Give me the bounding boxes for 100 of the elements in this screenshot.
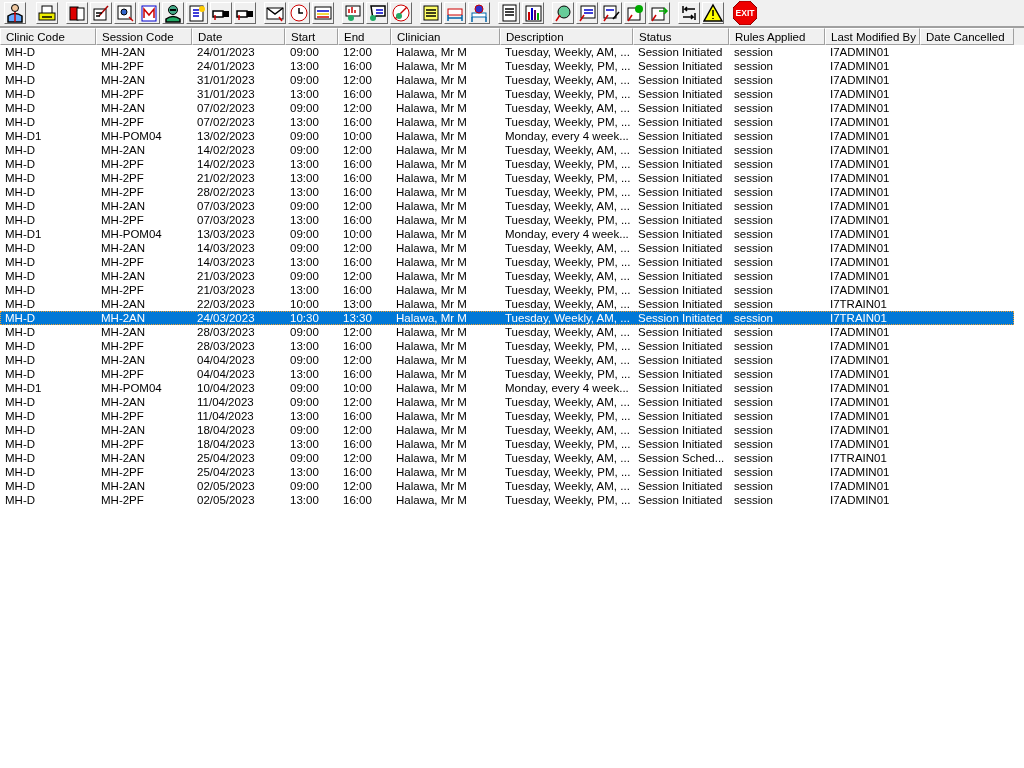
column-header[interactable]: Description <box>500 28 633 45</box>
table-row[interactable]: MH-D MH-2PF 04/04/2023 13:00 16:00 Halawa, Mr M Tuesday, Weekly, PM, ... Session Initiated session I7ADMIN01 <box>0 367 1014 381</box>
table-cell: session <box>734 438 773 450</box>
table-row[interactable]: MH-D MH-2PF 25/04/2023 13:00 16:00 Halawa, Mr M Tuesday, Weekly, PM, ... Session Initiated session I7ADMIN01 <box>0 465 1014 479</box>
form-shape-icon <box>625 3 645 23</box>
table-row[interactable]: MH-D MH-2AN 04/04/2023 09:00 12:00 Halawa, Mr M Tuesday, Weekly, AM, ... Session Initiated session I7ADMIN01 <box>0 353 1014 367</box>
table-cell: Session Initiated <box>638 368 723 380</box>
column-header[interactable]: Session Code <box>96 28 192 45</box>
toolbar-button[interactable] <box>420 2 442 24</box>
table-row[interactable]: MH-D MH-2AN 24/01/2023 09:00 12:00 Halawa, Mr M Tuesday, Weekly, AM, ... Session Initiated session I7ADMIN01 <box>0 45 1014 59</box>
table-row[interactable]: MH-D MH-2AN 18/04/2023 09:00 12:00 Halawa, Mr M Tuesday, Weekly, AM, ... Session Initiated session I7ADMIN01 <box>0 423 1014 437</box>
table-row[interactable]: MH-D1 MH-POM04 13/02/2023 09:00 10:00 Halawa, Mr M Monday, every 4 week... Session Initiated session I7ADMIN01 <box>0 129 1014 143</box>
table-cell: session <box>734 214 773 226</box>
table-cell: I7ADMIN01 <box>830 228 890 240</box>
table-row[interactable]: MH-D MH-2PF 14/03/2023 13:00 16:00 Halawa, Mr M Tuesday, Weekly, PM, ... Session Initiated session I7ADMIN01 <box>0 255 1014 269</box>
table-cell: 12:00 <box>343 354 372 366</box>
toolbar-button[interactable] <box>498 2 520 24</box>
table-row[interactable]: MH-D MH-2PF 07/03/2023 13:00 16:00 Halawa, Mr M Tuesday, Weekly, PM, ... Session Initiated session I7ADMIN01 <box>0 213 1014 227</box>
exit-button[interactable]: EXIT <box>732 0 758 26</box>
toolbar-button[interactable] <box>312 2 334 24</box>
column-header[interactable]: Last Modified By <box>825 28 920 45</box>
toolbar-button[interactable] <box>366 2 388 24</box>
printer-icon <box>37 3 57 23</box>
toolbar-button[interactable] <box>702 2 724 24</box>
toolbar-button[interactable] <box>36 2 58 24</box>
table-row[interactable]: MH-D MH-2AN 22/03/2023 10:00 13:00 Halawa, Mr M Tuesday, Weekly, AM, ... Session Initiated session I7TRAIN01 <box>0 297 1014 311</box>
table-cell: MH-2PF <box>101 158 144 170</box>
toolbar-button[interactable] <box>114 2 136 24</box>
table-cell: I7ADMIN01 <box>830 158 890 170</box>
table-cell: Session Initiated <box>638 312 723 324</box>
table-row[interactable]: MH-D MH-2AN 07/03/2023 09:00 12:00 Halawa, Mr M Tuesday, Weekly, AM, ... Session Initiated session I7ADMIN01 <box>0 199 1014 213</box>
table-cell: 21/02/2023 <box>197 172 255 184</box>
table-row[interactable]: MH-D MH-2AN 14/03/2023 09:00 12:00 Halawa, Mr M Tuesday, Weekly, AM, ... Session Initiated session I7ADMIN01 <box>0 241 1014 255</box>
column-header[interactable]: Clinician <box>391 28 500 45</box>
column-header[interactable]: Start <box>285 28 338 45</box>
table-cell: Session Initiated <box>638 60 723 72</box>
table-cell: Tuesday, Weekly, AM, ... <box>505 312 630 324</box>
column-header[interactable]: Rules Applied <box>729 28 825 45</box>
table-row[interactable]: MH-D MH-2AN 31/01/2023 09:00 12:00 Halawa, Mr M Tuesday, Weekly, AM, ... Session Initiated session I7ADMIN01 <box>0 73 1014 87</box>
table-row[interactable]: MH-D MH-2PF 28/02/2023 13:00 16:00 Halawa, Mr M Tuesday, Weekly, PM, ... Session Initiated session I7ADMIN01 <box>0 185 1014 199</box>
table-row[interactable]: MH-D1 MH-POM04 13/03/2023 09:00 10:00 Halawa, Mr M Monday, every 4 week... Session Initiated session I7ADMIN01 <box>0 227 1014 241</box>
table-row[interactable]: MH-D MH-2PF 31/01/2023 13:00 16:00 Halawa, Mr M Tuesday, Weekly, PM, ... Session Initiated session I7ADMIN01 <box>0 87 1014 101</box>
table-cell: 12:00 <box>343 144 372 156</box>
table-row[interactable]: MH-D MH-2PF 07/02/2023 13:00 16:00 Halawa, Mr M Tuesday, Weekly, PM, ... Session Initiated session I7ADMIN01 <box>0 115 1014 129</box>
eye-document-icon <box>115 3 135 23</box>
toolbar-button[interactable] <box>186 2 208 24</box>
table-cell: Tuesday, Weekly, AM, ... <box>505 326 630 338</box>
column-header[interactable]: Date <box>192 28 285 45</box>
table-cell: Tuesday, Weekly, PM, ... <box>505 410 631 422</box>
table-cell: 16:00 <box>343 186 372 198</box>
table-row[interactable]: MH-D MH-2AN 14/02/2023 09:00 12:00 Halawa, Mr M Tuesday, Weekly, AM, ... Session Initiated session I7ADMIN01 <box>0 143 1014 157</box>
table-row[interactable]: MH-D1 MH-POM04 10/04/2023 09:00 10:00 Halawa, Mr M Monday, every 4 week... Session Initiated session I7ADMIN01 <box>0 381 1014 395</box>
toolbar-button[interactable] <box>522 2 544 24</box>
table-row[interactable]: MH-D MH-2PF 18/04/2023 13:00 16:00 Halawa, Mr M Tuesday, Weekly, PM, ... Session Initiated session I7ADMIN01 <box>0 437 1014 451</box>
toolbar-button[interactable] <box>288 2 310 24</box>
note-icon <box>421 3 441 23</box>
table-row[interactable]: MH-D MH-2AN 28/03/2023 09:00 12:00 Halawa, Mr M Tuesday, Weekly, AM, ... Session Initiated session I7ADMIN01 <box>0 325 1014 339</box>
table-cell: I7ADMIN01 <box>830 396 890 408</box>
toolbar-button[interactable] <box>576 2 598 24</box>
table-row[interactable]: MH-D MH-2PF 24/01/2023 13:00 16:00 Halawa, Mr M Tuesday, Weekly, PM, ... Session Initiated session I7ADMIN01 <box>0 59 1014 73</box>
column-header[interactable]: Status <box>633 28 729 45</box>
column-header[interactable]: Date Cancelled <box>920 28 1014 45</box>
table-cell: 04/04/2023 <box>197 368 255 380</box>
table-row[interactable]: MH-D MH-2AN 24/03/2023 10:30 13:30 Halawa, Mr M Tuesday, Weekly, AM, ... Session Initiated session I7TRAIN01 <box>0 311 1014 325</box>
table-row[interactable]: MH-D MH-2PF 21/03/2023 13:00 16:00 Halawa, Mr M Tuesday, Weekly, PM, ... Session Initiated session I7ADMIN01 <box>0 283 1014 297</box>
table-cell: 13/02/2023 <box>197 130 255 142</box>
table-row[interactable]: MH-D MH-2AN 25/04/2023 09:00 12:00 Halawa, Mr M Tuesday, Weekly, AM, ... Session Sched... session I7TRAIN01 <box>0 451 1014 465</box>
table-cell: MH-D <box>5 60 36 72</box>
table-cell: I7ADMIN01 <box>830 172 890 184</box>
table-row[interactable]: MH-D MH-2AN 11/04/2023 09:00 12:00 Halawa, Mr M Tuesday, Weekly, AM, ... Session Initiated session I7ADMIN01 <box>0 395 1014 409</box>
toolbar-button[interactable] <box>162 2 184 24</box>
table-cell: MH-2AN <box>101 480 146 492</box>
table-row[interactable]: MH-D MH-2PF 02/05/2023 13:00 16:00 Halawa, Mr M Tuesday, Weekly, PM, ... Session Initiated session I7ADMIN01 <box>0 493 1014 507</box>
table-cell: 18/04/2023 <box>197 424 255 436</box>
table-cell: MH-D <box>5 326 36 338</box>
toolbar-button[interactable] <box>678 2 700 24</box>
table-cell: I7ADMIN01 <box>830 102 890 114</box>
table-cell: session <box>734 242 773 254</box>
table-cell: 16:00 <box>343 256 372 268</box>
table-cell: MH-D <box>5 186 36 198</box>
no-entry-person-icon <box>391 3 411 23</box>
toolbar-button[interactable] <box>66 2 88 24</box>
toolbar-button[interactable] <box>90 2 112 24</box>
table-row[interactable]: MH-D MH-2PF 28/03/2023 13:00 16:00 Halawa, Mr M Tuesday, Weekly, PM, ... Session Initiated session I7ADMIN01 <box>0 339 1014 353</box>
toolbar-button[interactable] <box>264 2 286 24</box>
toolbar-button[interactable] <box>600 2 622 24</box>
table-row[interactable]: MH-D MH-2AN 02/05/2023 09:00 12:00 Halawa, Mr M Tuesday, Weekly, AM, ... Session Initiated session I7ADMIN01 <box>0 479 1014 493</box>
toolbar-button[interactable] <box>4 2 26 24</box>
table-row[interactable]: MH-D MH-2AN 21/03/2023 09:00 12:00 Halawa, Mr M Tuesday, Weekly, AM, ... Session Initiated session I7ADMIN01 <box>0 269 1014 283</box>
toolbar-button[interactable] <box>468 2 490 24</box>
column-header[interactable]: Clinic Code <box>0 28 96 45</box>
table-row[interactable]: MH-D MH-2AN 07/02/2023 09:00 12:00 Halawa, Mr M Tuesday, Weekly, AM, ... Session Initiated session I7ADMIN01 <box>0 101 1014 115</box>
table-cell: 09:00 <box>290 382 319 394</box>
table-cell: MH-POM04 <box>101 382 162 394</box>
table-row[interactable]: MH-D MH-2PF 21/02/2023 13:00 16:00 Halawa, Mr M Tuesday, Weekly, PM, ... Session Initiated session I7ADMIN01 <box>0 171 1014 185</box>
table-cell: session <box>734 452 773 464</box>
table-row[interactable]: MH-D MH-2PF 14/02/2023 13:00 16:00 Halawa, Mr M Tuesday, Weekly, PM, ... Session Initiated session I7ADMIN01 <box>0 157 1014 171</box>
table-row[interactable]: MH-D MH-2PF 11/04/2023 13:00 16:00 Halawa, Mr M Tuesday, Weekly, PM, ... Session Initiated session I7ADMIN01 <box>0 409 1014 423</box>
column-header[interactable]: End <box>338 28 391 45</box>
nurse-icon <box>163 3 183 23</box>
